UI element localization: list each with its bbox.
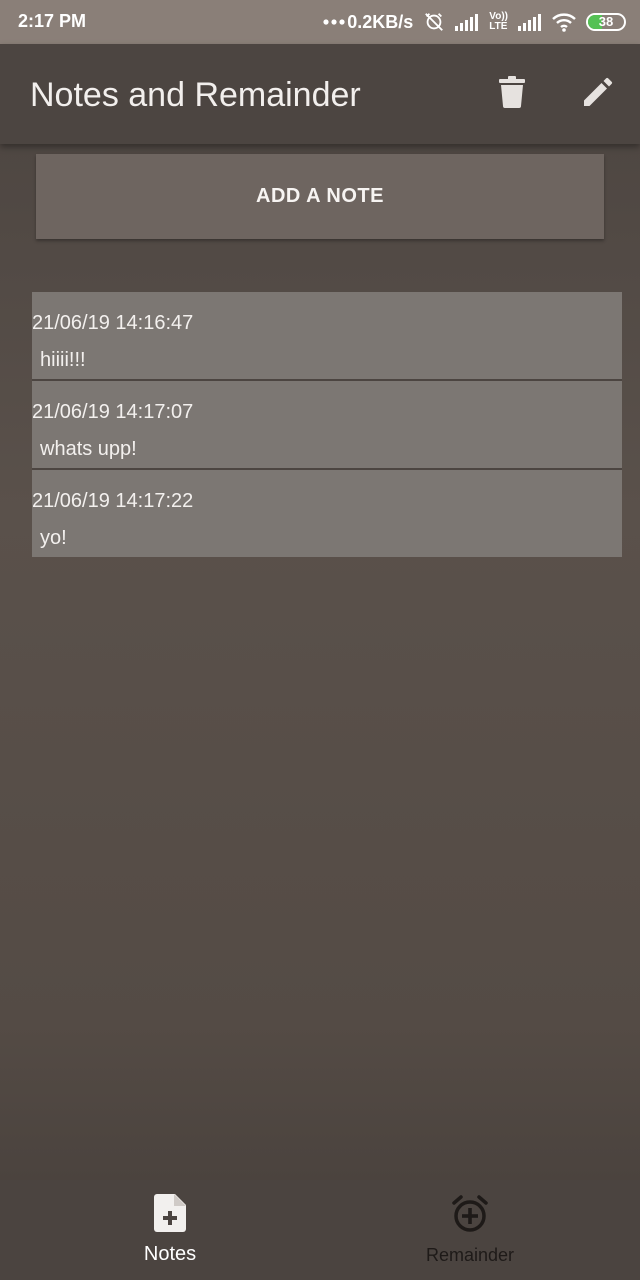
alarm-off-icon (423, 11, 445, 33)
note-date: 21/06/19 14:17:22 (32, 490, 194, 512)
battery-level: 38 (598, 14, 614, 29)
nav-label: Notes (143, 1243, 197, 1265)
volte-icon: Vo)) LTE (489, 11, 508, 32)
bottom-navigation: Notes Remainder (0, 1180, 640, 1280)
note-date: 21/06/19 14:17:07 (32, 401, 194, 423)
add-note-label: ADD A NOTE (256, 185, 384, 207)
app-bar: Notes and Remainder (0, 44, 640, 144)
trash-icon (499, 75, 525, 113)
notes-list: 21/06/19 14:16:47 hiiii!!! 21/06/19 14:1… (32, 292, 622, 557)
status-icons: 0.2KB/s Vo)) LTE 38 (323, 8, 626, 36)
edit-button[interactable] (578, 74, 618, 114)
nav-label: Remainder (425, 1245, 515, 1265)
status-time: 2:17 PM (18, 11, 87, 31)
note-add-icon (154, 1194, 186, 1237)
signal-icon (518, 13, 542, 31)
note-list-item[interactable]: 21/06/19 14:17:22 yo! (32, 470, 622, 557)
nav-tab-remainder[interactable]: Remainder (310, 1180, 630, 1280)
battery-icon: 38 (586, 13, 626, 31)
more-dots-icon (323, 18, 345, 26)
note-text: yo! (40, 527, 67, 549)
note-text: hiiii!!! (40, 349, 86, 371)
delete-button[interactable] (492, 74, 532, 114)
nav-tab-notes[interactable]: Notes (10, 1180, 330, 1280)
network-speed: 0.2KB/s (347, 11, 414, 32)
edit-icon (582, 76, 614, 113)
status-bar: 2:17 PM 0.2KB/s Vo)) LTE 38 (0, 0, 640, 44)
page-title: Notes and Remainder (30, 76, 361, 114)
add-note-button[interactable]: ADD A NOTE (36, 154, 604, 239)
wifi-icon (552, 12, 576, 32)
note-list-item[interactable]: 21/06/19 14:16:47 hiiii!!! (32, 292, 622, 381)
note-date: 21/06/19 14:16:47 (32, 312, 194, 334)
note-list-item[interactable]: 21/06/19 14:17:07 whats upp! (32, 381, 622, 470)
note-text: whats upp! (40, 438, 137, 460)
alarm-add-icon (450, 1194, 490, 1239)
signal-icon (455, 13, 479, 31)
